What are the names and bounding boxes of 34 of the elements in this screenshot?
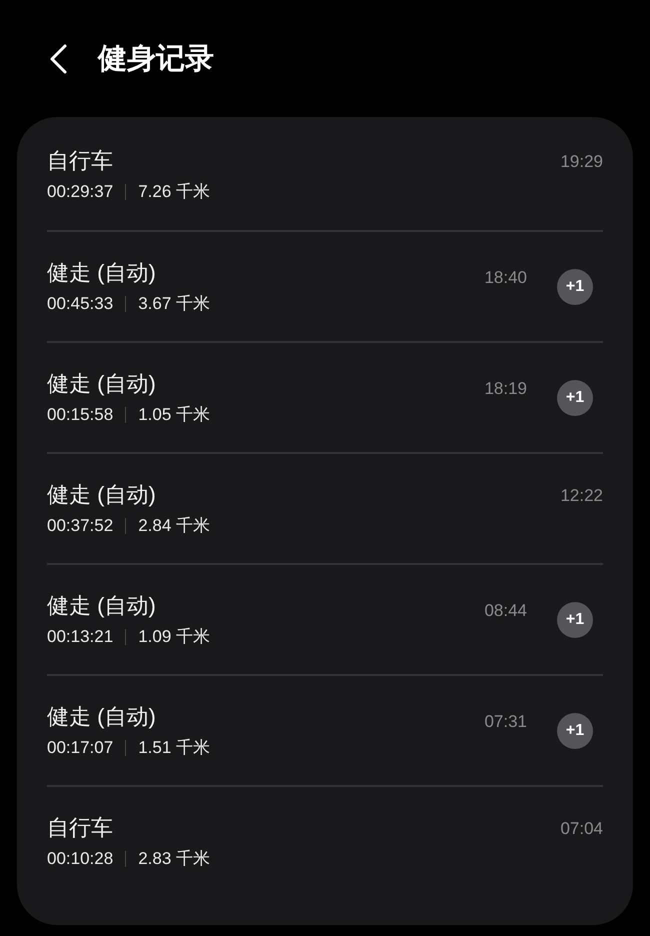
workout-name[interactable]: 健走 (自动) bbox=[47, 480, 560, 510]
workout-name[interactable]: 健走 (自动) bbox=[47, 369, 484, 399]
workout-name[interactable]: 健走 (自动) bbox=[47, 258, 484, 288]
workout-duration: 00:13:21 bbox=[47, 626, 114, 646]
workout-distance: 7.26 千米 bbox=[138, 181, 210, 203]
workout-distance: 3.67 千米 bbox=[138, 293, 210, 315]
workout-time: 12:22 bbox=[560, 486, 603, 506]
workout-duration: 00:29:37 bbox=[47, 182, 114, 202]
count-badge[interactable]: +1 bbox=[557, 380, 593, 416]
workout-name[interactable]: 自行车 bbox=[47, 813, 560, 843]
workout-name[interactable]: 自行车 bbox=[47, 146, 560, 176]
back-icon bbox=[48, 42, 68, 74]
workout-duration: 00:10:28 bbox=[47, 848, 114, 868]
workout-name[interactable]: 健走 (自动) bbox=[47, 591, 484, 621]
workout-time: 19:29 bbox=[560, 152, 603, 172]
workout-distance: 2.84 千米 bbox=[138, 515, 210, 537]
count-badge[interactable]: +1 bbox=[557, 712, 593, 748]
workout-duration: 00:45:33 bbox=[47, 294, 114, 314]
count-badge[interactable]: +1 bbox=[557, 602, 593, 638]
workout-distance: 2.83 千米 bbox=[138, 848, 210, 870]
workout-distance: 1.51 千米 bbox=[138, 737, 210, 759]
workout-time: 07:04 bbox=[560, 818, 603, 838]
workout-time: 07:31 bbox=[484, 712, 527, 732]
workout-distance: 1.05 千米 bbox=[138, 404, 210, 426]
workout-time: 18:40 bbox=[484, 268, 527, 288]
workout-duration: 00:37:52 bbox=[47, 516, 114, 536]
workout-distance: 1.09 千米 bbox=[138, 626, 210, 648]
workout-time: 08:44 bbox=[484, 600, 527, 620]
workout-time: 18:19 bbox=[484, 378, 527, 398]
count-badge[interactable]: +1 bbox=[557, 268, 593, 304]
workout-name[interactable]: 健走 (自动) bbox=[47, 702, 484, 732]
page-title: 健身记录 bbox=[98, 42, 214, 76]
workout-duration: 00:17:07 bbox=[47, 738, 114, 758]
workout-duration: 00:15:58 bbox=[47, 404, 114, 424]
